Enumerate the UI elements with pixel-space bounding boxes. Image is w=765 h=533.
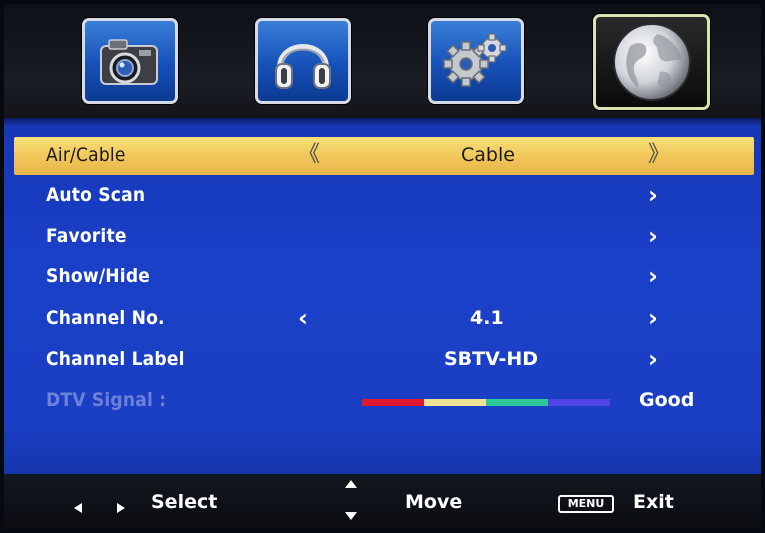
chevron-right-icon[interactable]: › <box>648 262 658 290</box>
menu-row-label: Show/Hide <box>46 265 151 287</box>
tab-channel[interactable] <box>593 14 710 110</box>
signal-segment <box>362 399 424 406</box>
panel-divider <box>4 118 761 126</box>
menu-row-value: Cable <box>461 144 515 166</box>
menu-row-air-cable[interactable]: Air/Cable 《 Cable 》 <box>14 137 754 175</box>
menu-row-value: 4.1 <box>470 307 504 329</box>
exit-hint-label: Exit <box>633 491 674 513</box>
tab-sound[interactable] <box>255 18 351 104</box>
menu-row-value: SBTV-HD <box>444 348 539 370</box>
chevron-right-icon[interactable]: › <box>648 345 658 373</box>
signal-segment <box>548 399 610 406</box>
globe-icon <box>610 20 694 104</box>
chevron-right-icon[interactable]: › <box>648 181 658 209</box>
arrow-up-icon <box>345 480 357 488</box>
menu-row-label: DTV Signal : <box>46 389 167 411</box>
headphones-icon <box>268 28 338 94</box>
menu-row-favorite[interactable]: Favorite › <box>14 218 754 256</box>
menu-row-label: Auto Scan <box>46 184 146 206</box>
menu-row-channel-label[interactable]: Channel Label SBTV-HD › <box>14 341 754 379</box>
chevron-right-icon[interactable]: › <box>648 222 658 250</box>
tab-setup[interactable] <box>428 18 524 104</box>
signal-quality-text: Good <box>639 389 695 411</box>
tab-picture[interactable] <box>82 18 178 104</box>
menu-row-label: Channel Label <box>46 348 185 370</box>
menu-key-badge: MENU <box>558 495 614 513</box>
menu-row-label: Air/Cable <box>46 144 126 166</box>
double-chevron-left-icon[interactable]: 《 <box>298 141 320 169</box>
arrow-right-icon <box>117 503 125 513</box>
menu-row-auto-scan[interactable]: Auto Scan › <box>14 177 754 215</box>
signal-strength-bar <box>362 399 610 406</box>
tv-osd-screen: Air/Cable 《 Cable 》 Auto Scan › Favorite… <box>0 0 765 533</box>
gears-icon <box>440 30 512 92</box>
chevron-right-icon[interactable]: › <box>648 304 658 332</box>
menu-row-label: Channel No. <box>46 307 165 329</box>
menu-row-show-hide[interactable]: Show/Hide › <box>14 258 754 296</box>
menu-row-dtv-signal: DTV Signal : Good <box>14 382 754 420</box>
menu-category-bar <box>4 4 761 118</box>
menu-row-label: Favorite <box>46 225 127 247</box>
double-chevron-right-icon[interactable]: 》 <box>648 141 670 169</box>
arrow-down-icon <box>345 512 357 520</box>
menu-row-channel-no[interactable]: Channel No. ‹ 4.1 › <box>14 300 754 338</box>
move-hint-label: Move <box>405 491 463 513</box>
select-hint-label: Select <box>151 491 218 513</box>
key-hint-bar: Select Move MENU Exit <box>4 474 761 529</box>
chevron-left-icon[interactable]: ‹ <box>298 304 308 332</box>
arrow-left-icon <box>74 503 82 513</box>
signal-segment <box>424 399 486 406</box>
signal-segment <box>486 399 548 406</box>
camera-icon <box>95 30 165 92</box>
